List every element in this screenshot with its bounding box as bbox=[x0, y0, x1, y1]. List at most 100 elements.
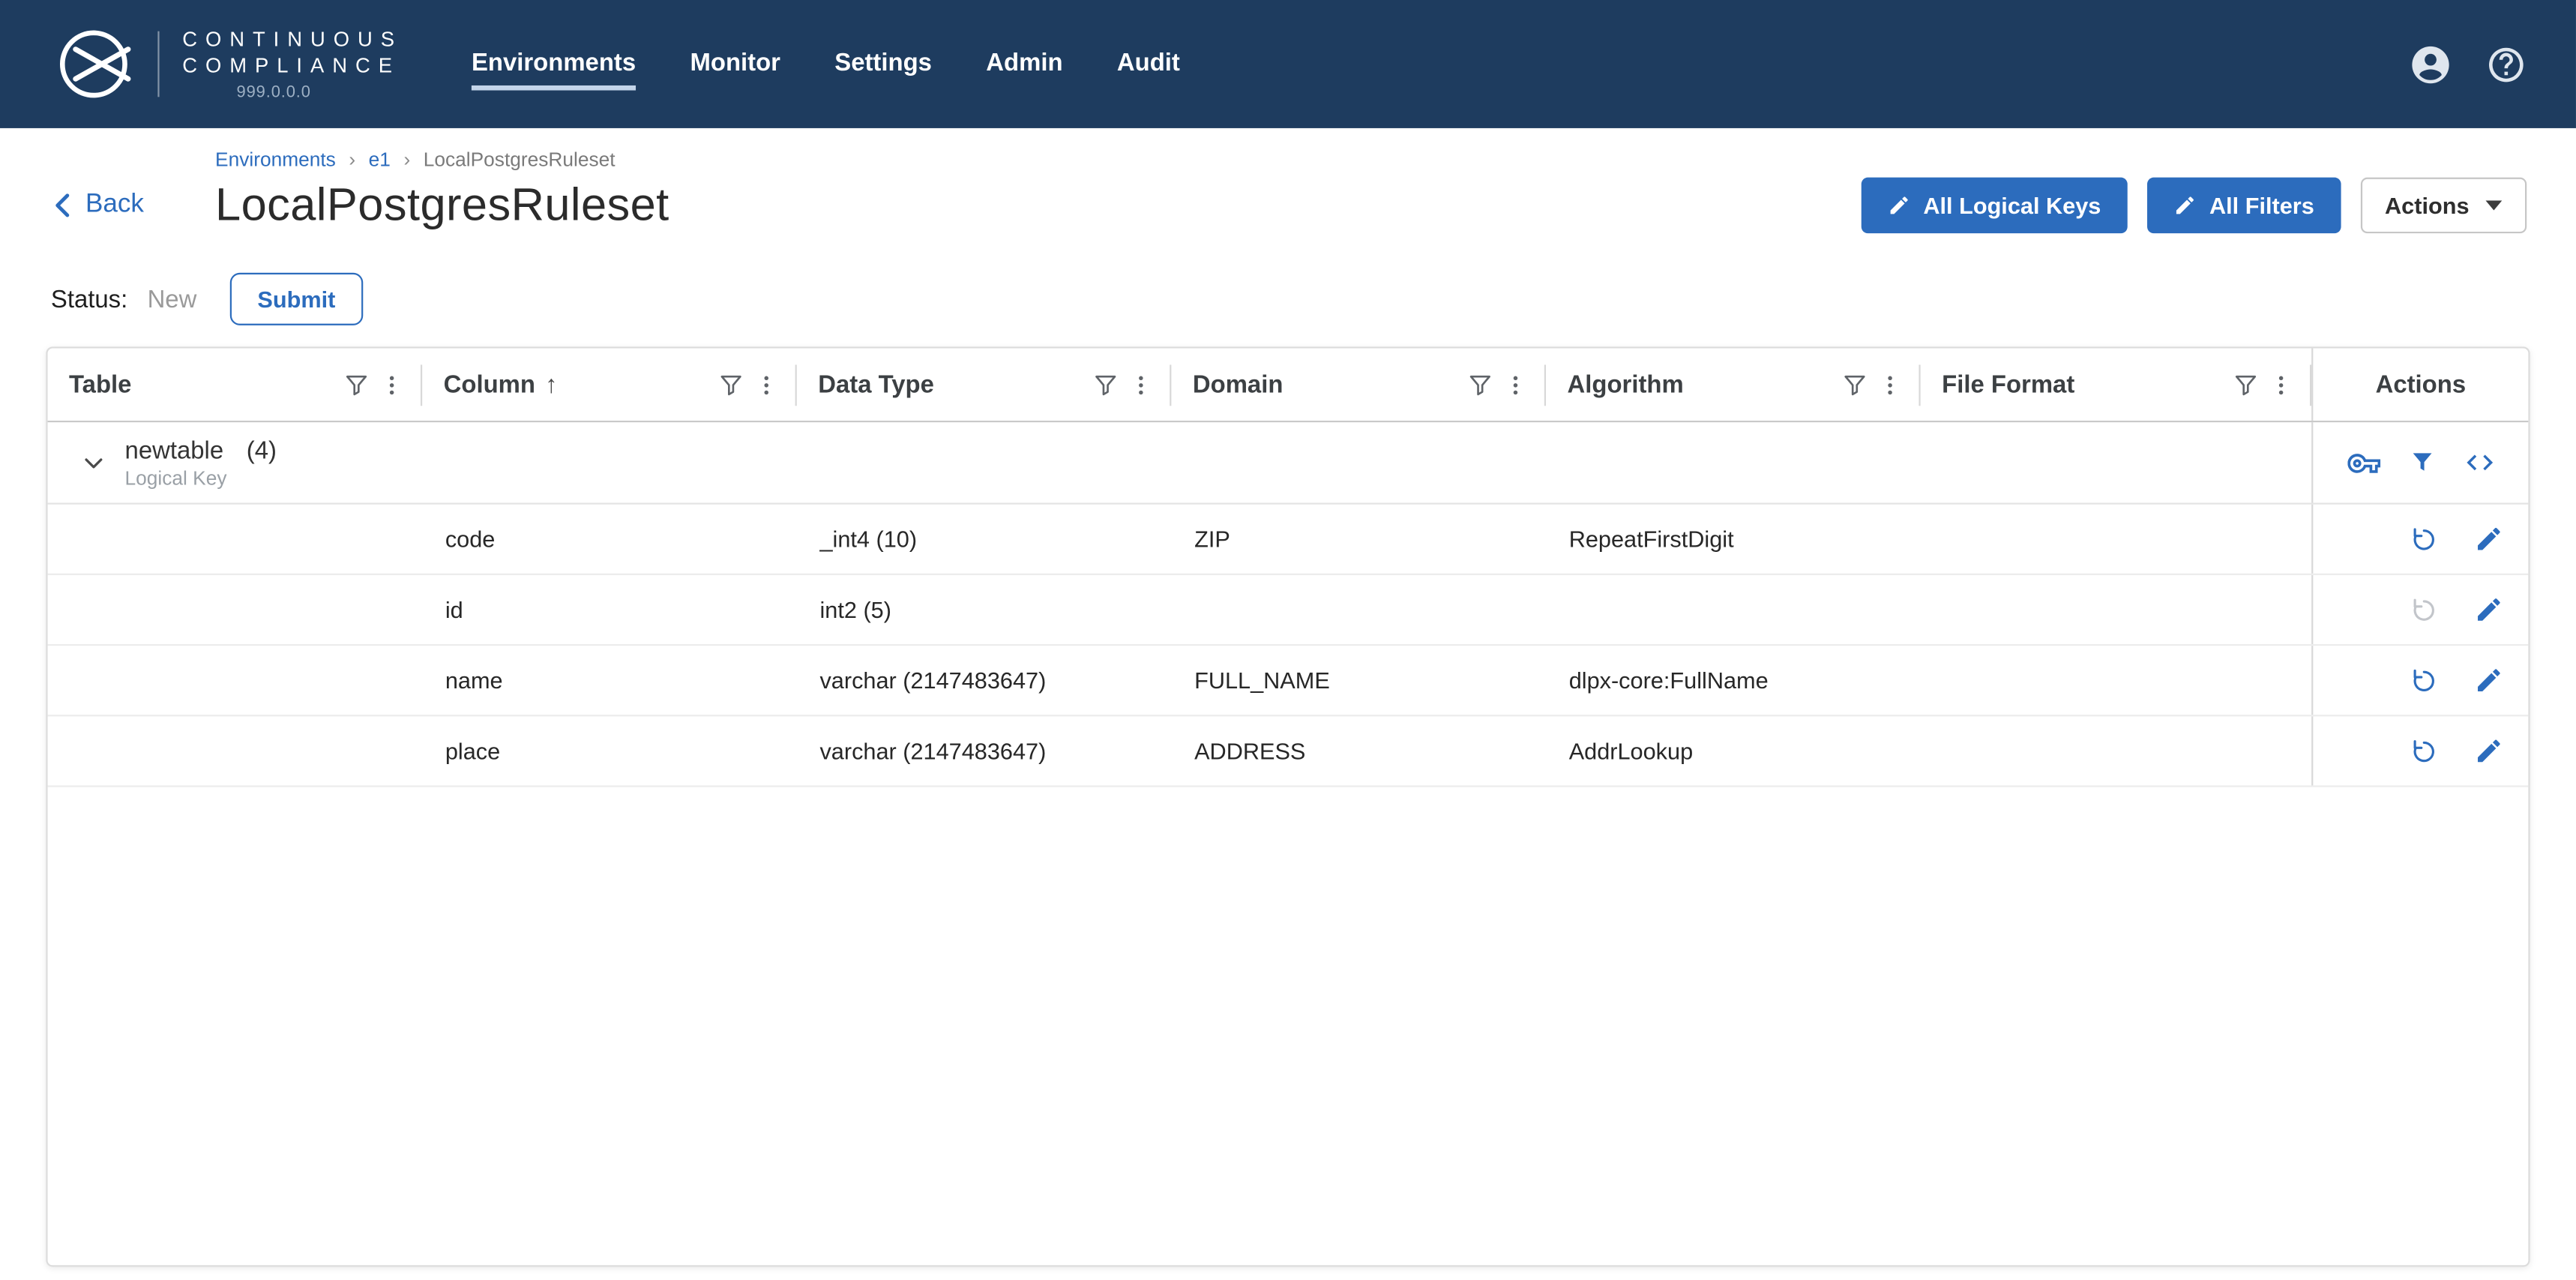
group-info-area: newtable (4) Logical Key bbox=[48, 422, 2312, 502]
column-header-algorithm-label[interactable]: Algorithm bbox=[1568, 370, 1684, 398]
kebab-menu-icon[interactable] bbox=[376, 367, 408, 402]
nav-item-admin[interactable]: Admin bbox=[986, 37, 1062, 90]
filter-filled-icon bbox=[2412, 453, 2431, 471]
cell-table bbox=[48, 646, 423, 715]
logical-key-button[interactable] bbox=[2347, 446, 2380, 479]
edit-pencil-icon bbox=[1889, 196, 1907, 214]
chevron-left-icon bbox=[55, 193, 70, 217]
filter-funnel-icon[interactable] bbox=[1463, 368, 1496, 401]
column-header-actions-label: Actions bbox=[2375, 370, 2467, 399]
table-empty-area bbox=[48, 787, 2529, 1266]
edit-pencil-icon bbox=[2478, 669, 2500, 691]
page: CONTINUOUS COMPLIANCE 999.0.0.0 Environm… bbox=[0, 0, 2576, 1280]
filter-funnel-icon[interactable] bbox=[2230, 368, 2263, 401]
cell-table bbox=[48, 505, 423, 574]
page-title: LocalPostgresRuleset bbox=[215, 178, 669, 230]
row-actions bbox=[2311, 574, 2528, 644]
column-header-table-label[interactable]: Table bbox=[69, 370, 131, 398]
breadcrumb-e1[interactable]: e1 bbox=[369, 148, 391, 171]
group-actions bbox=[2311, 422, 2528, 503]
reset-assignment-button[interactable] bbox=[2408, 736, 2440, 767]
edit-pencil-icon bbox=[2478, 527, 2500, 550]
group-row-count: (4) bbox=[246, 436, 277, 465]
filter-funnel-icon[interactable] bbox=[340, 368, 373, 401]
edit-pencil-icon bbox=[2176, 196, 2194, 214]
reset-assignment-button[interactable] bbox=[2408, 523, 2440, 555]
cell-data-type: _int4 (10) bbox=[819, 526, 918, 553]
kebab-menu-icon[interactable] bbox=[1125, 367, 1157, 402]
brand-text: CONTINUOUS COMPLIANCE 999.0.0.0 bbox=[182, 26, 403, 103]
user-account-button[interactable] bbox=[2408, 42, 2452, 86]
table-row: id int2 (5) bbox=[47, 574, 2529, 646]
all-logical-keys-label: All Logical Keys bbox=[1923, 192, 2101, 219]
reset-assignment-button[interactable] bbox=[2408, 664, 2440, 696]
cell-table bbox=[48, 716, 423, 785]
column-header-algorithm: Algorithm bbox=[1546, 349, 1921, 421]
reset-icon bbox=[2413, 527, 2434, 550]
sort-ascending-icon[interactable]: ↑ bbox=[545, 370, 557, 398]
topbar-right bbox=[2408, 42, 2527, 86]
cell-domain: ADDRESS bbox=[1194, 737, 1306, 764]
title-row: Back LocalPostgresRuleset All Logical Ke… bbox=[51, 174, 2527, 236]
kebab-menu-icon[interactable] bbox=[750, 367, 782, 402]
table-filter-button[interactable] bbox=[2407, 448, 2435, 476]
reset-icon bbox=[2413, 739, 2434, 762]
breadcrumb-environments[interactable]: Environments bbox=[215, 148, 336, 171]
all-filters-label: All Filters bbox=[2209, 192, 2314, 219]
filter-funnel-icon[interactable] bbox=[714, 368, 747, 401]
table-group-row: newtable (4) Logical Key bbox=[47, 422, 2529, 505]
reset-icon bbox=[2413, 598, 2434, 620]
edit-row-button[interactable] bbox=[2474, 595, 2503, 624]
actions-menu-button[interactable]: Actions bbox=[2360, 177, 2527, 234]
account-circle-icon bbox=[2412, 45, 2449, 83]
cell-domain bbox=[1171, 575, 1546, 644]
breadcrumb-separator-icon: › bbox=[349, 148, 356, 171]
code-view-button[interactable] bbox=[2464, 447, 2495, 478]
column-header-domain-label[interactable]: Domain bbox=[1193, 370, 1284, 398]
nav-item-environments[interactable]: Environments bbox=[471, 37, 637, 91]
nav-item-audit[interactable]: Audit bbox=[1117, 37, 1180, 90]
brand-line-1: CONTINUOUS bbox=[182, 27, 403, 51]
all-logical-keys-button[interactable]: All Logical Keys bbox=[1861, 177, 2128, 234]
filter-funnel-icon[interactable] bbox=[1838, 368, 1871, 401]
edit-row-button[interactable] bbox=[2474, 524, 2503, 553]
help-button[interactable] bbox=[2485, 43, 2527, 85]
column-header-file-format: File Format bbox=[1921, 349, 2312, 421]
back-label: Back bbox=[85, 190, 144, 219]
delphix-logo-icon bbox=[59, 30, 131, 98]
row-actions bbox=[2311, 646, 2528, 715]
column-header-data-type-label[interactable]: Data Type bbox=[818, 370, 934, 398]
actions-label: Actions bbox=[2385, 192, 2470, 219]
page-header: Environments › e1 › LocalPostgresRuleset… bbox=[0, 128, 2576, 237]
all-filters-button[interactable]: All Filters bbox=[2146, 177, 2341, 234]
collapse-group-button[interactable] bbox=[74, 443, 114, 483]
column-header-data-type: Data Type bbox=[797, 349, 1172, 421]
submit-button[interactable]: Submit bbox=[229, 272, 364, 325]
kebab-menu-icon[interactable] bbox=[1874, 367, 1906, 402]
nav-item-settings[interactable]: Settings bbox=[834, 37, 932, 90]
nav-item-monitor[interactable]: Monitor bbox=[690, 37, 780, 90]
filter-funnel-icon[interactable] bbox=[1089, 368, 1122, 401]
edit-pencil-icon bbox=[2478, 739, 2500, 763]
cell-domain: FULL_NAME bbox=[1194, 667, 1330, 694]
reset-assignment-button[interactable] bbox=[2408, 594, 2440, 625]
brand[interactable]: CONTINUOUS COMPLIANCE 999.0.0.0 bbox=[56, 26, 403, 103]
breadcrumb-separator-icon: › bbox=[403, 148, 411, 171]
cell-file-format bbox=[1921, 646, 2312, 715]
brand-divider bbox=[157, 31, 160, 97]
code-icon bbox=[2466, 454, 2493, 471]
back-button[interactable]: Back bbox=[51, 190, 215, 220]
row-actions bbox=[2311, 504, 2528, 574]
kebab-menu-icon[interactable] bbox=[1500, 367, 1532, 402]
column-header-column-label[interactable]: Column bbox=[444, 370, 535, 398]
edit-row-button[interactable] bbox=[2474, 736, 2503, 766]
table-row: code _int4 (10) ZIP RepeatFirstDigit bbox=[47, 504, 2529, 575]
cell-data-type: varchar (2147483647) bbox=[819, 737, 1047, 764]
ruleset-table: Table Column ↑ Data Type Domain Algorith… bbox=[46, 346, 2530, 1267]
cell-column: name bbox=[445, 667, 503, 694]
edit-row-button[interactable] bbox=[2474, 665, 2503, 694]
cell-algorithm: dlpx-core:FullName bbox=[1568, 667, 1769, 694]
title-actions: All Logical Keys All Filters Actions bbox=[1861, 177, 2527, 234]
kebab-menu-icon[interactable] bbox=[2266, 367, 2297, 402]
column-header-file-format-label[interactable]: File Format bbox=[1942, 370, 2074, 398]
